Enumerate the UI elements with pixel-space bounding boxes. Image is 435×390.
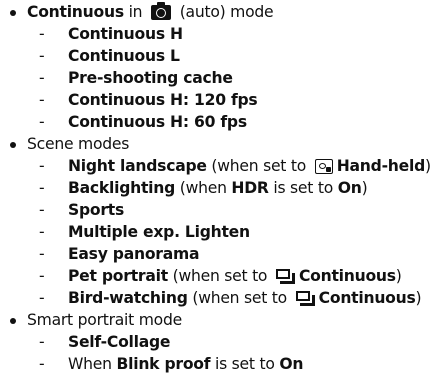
sub-item-label: Sports xyxy=(68,201,125,219)
list-item-scene-modes: Scene modes xyxy=(10,134,130,155)
sub-item-strong: HDR xyxy=(231,179,269,197)
list-item-continuous-auto: Continuous in (auto) mode xyxy=(10,2,274,23)
sub-item-strong: On xyxy=(337,179,362,197)
sub-item: - Pet portrait (when set to Continuous ) xyxy=(39,266,402,287)
sub-item-label: Multiple exp. Lighten xyxy=(68,223,250,241)
sub-item-text: is set to xyxy=(268,179,338,197)
sub-item: - Self-Collage xyxy=(39,332,171,353)
sub-item: - Backlighting (when HDR is set to On ) xyxy=(39,178,368,199)
sub-item-strong: Hand-held xyxy=(336,157,426,175)
dash: - xyxy=(39,355,45,373)
sub-item-text: ) xyxy=(361,179,368,197)
sub-item: - Continuous L xyxy=(39,46,180,67)
sub-item-strong: Continuous xyxy=(298,267,396,285)
item-label: Smart portrait mode xyxy=(27,311,182,329)
sub-item-text: is set to xyxy=(210,355,280,373)
dash: - xyxy=(39,25,45,43)
continuous-icon xyxy=(275,269,295,284)
continuous-icon xyxy=(295,291,315,306)
sub-item-label: Pre-shooting cache xyxy=(68,69,233,87)
sub-item-text: (when set to xyxy=(187,289,292,307)
sub-item: - Night landscape (when set to Hand-held… xyxy=(39,156,431,177)
sub-item-text: ) xyxy=(424,157,431,175)
sub-item: - Pre-shooting cache xyxy=(39,68,233,89)
dash: - xyxy=(39,333,45,351)
bullet xyxy=(10,9,16,16)
list-item-smart-portrait: Smart portrait mode xyxy=(10,310,182,331)
dash: - xyxy=(39,91,45,109)
sub-item-label: Pet portrait xyxy=(68,267,168,285)
document-page: Continuous in (auto) mode - Continuous H… xyxy=(0,0,435,390)
item-label: Scene modes xyxy=(27,135,130,153)
dash: - xyxy=(39,267,45,285)
sub-item-text: ) xyxy=(395,267,402,285)
dash: - xyxy=(39,201,45,219)
sub-item-label: Backlighting xyxy=(68,179,176,197)
dash: - xyxy=(39,179,45,197)
sub-item: - Multiple exp. Lighten xyxy=(39,222,250,243)
sub-item: - Bird-watching (when set to Continuous … xyxy=(39,288,422,309)
sub-item-label: Bird-watching xyxy=(68,289,188,307)
sub-item-label: Easy panorama xyxy=(68,245,200,263)
bullet xyxy=(10,317,16,324)
dash: - xyxy=(39,69,45,87)
dash: - xyxy=(39,289,45,307)
sub-item: - When Blink proof is set to On xyxy=(39,354,303,375)
dash: - xyxy=(39,223,45,241)
sub-item-strong: Blink proof xyxy=(116,355,211,373)
sub-item-label: Continuous H xyxy=(68,25,183,43)
sub-item: - Continuous H: 120 fps xyxy=(39,90,258,111)
sub-item-text: When xyxy=(68,355,117,373)
sub-item: - Sports xyxy=(39,200,124,221)
dash: - xyxy=(39,47,45,65)
sub-item-label: Continuous L xyxy=(68,47,180,65)
item-text: in xyxy=(123,3,147,21)
dash: - xyxy=(39,113,45,131)
item-lead: Continuous xyxy=(27,3,124,21)
sub-item-text: (when xyxy=(175,179,232,197)
sub-item-text: ) xyxy=(415,289,422,307)
sub-item-label: Continuous H: 120 fps xyxy=(68,91,258,109)
bullet xyxy=(10,141,16,148)
sub-item-label: Self-Collage xyxy=(68,333,171,351)
sub-item-text: (when set to xyxy=(167,267,272,285)
item-text: (auto) mode xyxy=(175,3,274,21)
dash: - xyxy=(39,157,45,175)
camera-auto-icon xyxy=(151,2,171,20)
dash: - xyxy=(39,245,45,263)
sub-item-text: (when set to xyxy=(206,157,311,175)
sub-item-strong: On xyxy=(279,355,304,373)
hand-held-icon xyxy=(314,159,333,174)
sub-item: - Continuous H: 60 fps xyxy=(39,112,247,133)
sub-item-label: Night landscape xyxy=(68,157,207,175)
sub-item-label: Continuous H: 60 fps xyxy=(68,113,247,131)
sub-item-strong: Continuous xyxy=(318,289,416,307)
sub-item: - Easy panorama xyxy=(39,244,200,265)
sub-item: - Continuous H xyxy=(39,24,183,45)
